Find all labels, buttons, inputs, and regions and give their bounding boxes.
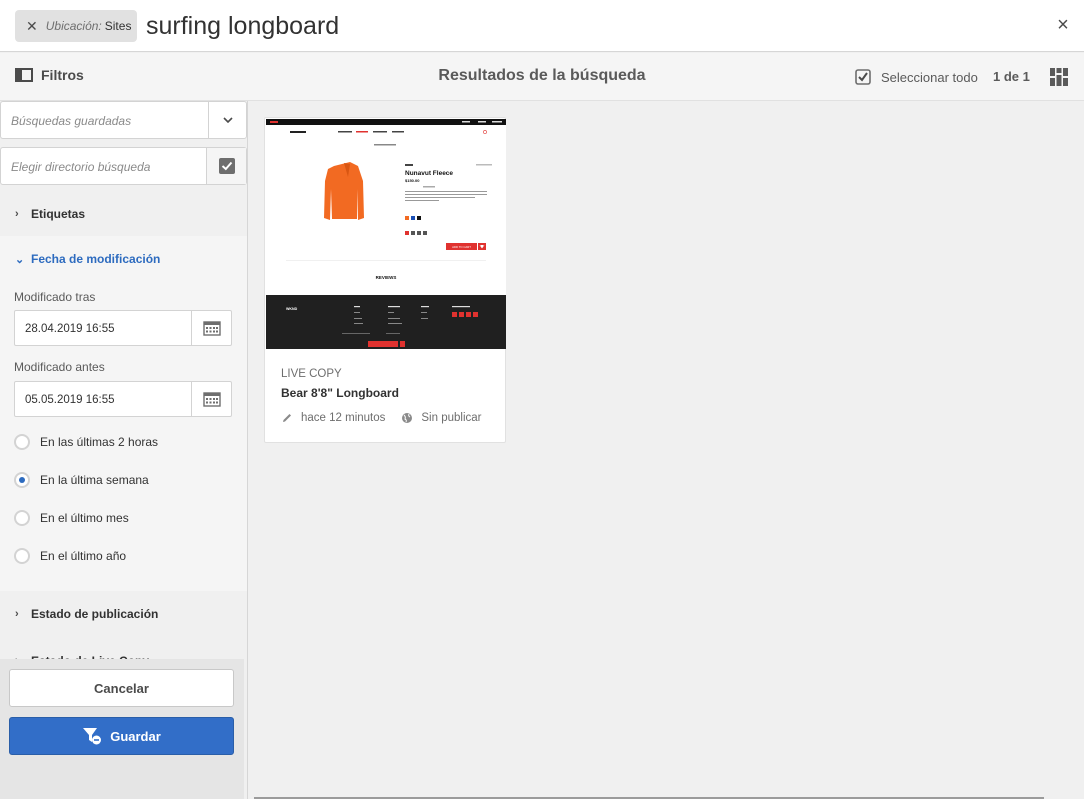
globe-unpublished-icon [402,413,413,423]
radio-last-year[interactable]: En el último año [14,548,126,564]
calendar-icon[interactable] [191,311,231,345]
result-type: LIVE COPY [281,368,342,380]
remove-location-icon[interactable]: ✕ [26,18,38,35]
modified-after-field[interactable]: 28.04.2019 16:55 [14,310,232,346]
search-input[interactable] [146,8,1006,44]
result-card[interactable]: Nunavut Fleece $150.00 ADD TO CART REVIE… [264,117,506,443]
pager: 1 de 1 [993,69,1030,84]
select-all-label: Seleccionar todo [881,69,978,85]
chevron-down-icon[interactable] [208,102,246,138]
accordion-modified-date[interactable]: ⌄ Fecha de modificación [0,239,247,279]
cancel-button[interactable]: Cancelar [9,669,234,707]
save-label: Guardar [110,728,161,744]
radio-last-2-hours[interactable]: En las últimas 2 horas [14,434,158,450]
accordion-tags[interactable]: › Etiquetas [0,194,247,234]
radio-label: En la última semana [40,473,149,487]
location-tag-value: Sites [104,19,132,33]
radio-label: En las últimas 2 horas [40,435,159,449]
radio-button[interactable] [14,434,30,450]
modified-before-value: 05.05.2019 16:55 [25,394,115,406]
location-tag-label: Ubicación: [45,19,102,33]
results-header: Filtros Resultados de la búsqueda Selecc… [0,53,1084,101]
close-icon[interactable]: × [1054,15,1072,35]
modified-date-section: ⌄ Fecha de modificación Modificado tras … [0,236,247,591]
publication-status: Sin publicar [421,412,482,424]
tags-label: Etiquetas [31,207,86,221]
select-all-button[interactable]: Seleccionar todo [855,69,978,85]
thumb-brand: WKND [286,307,298,311]
select-all-checkbox-icon [855,69,871,85]
publication-status-label: Estado de publicación [31,607,159,621]
chevron-right-icon: › [15,608,19,620]
cancel-label: Cancelar [94,680,149,696]
radio-last-month[interactable]: En el último mes [14,510,129,526]
modified-time: hace 12 minutos [301,412,386,424]
thumb-section: REVIEWS [376,275,397,280]
radio-button-selected[interactable] [14,472,30,488]
result-title[interactable]: Bear 8'8" Longboard [281,386,399,400]
calendar-icon[interactable] [191,382,231,416]
saved-searches-placeholder: Búsquedas guardadas [11,114,132,128]
modified-after-value: 28.04.2019 16:55 [25,323,115,335]
filters-label: Filtros [41,67,84,83]
thumb-product-name: Nunavut Fleece [405,170,453,177]
search-directory-field[interactable]: Elegir directorio búsqueda [0,147,247,185]
radio-label: En el último mes [40,511,129,525]
jacket-image [324,162,364,220]
chevron-down-icon: ⌄ [15,253,25,266]
radio-button[interactable] [14,548,30,564]
search-bar: ✕ Ubicación: Sites × [0,0,1084,52]
filters-toggle-button[interactable]: Filtros [15,67,84,83]
save-button[interactable]: Guardar [9,717,234,755]
modified-date-label: Fecha de modificación [31,252,161,266]
chevron-right-icon: › [15,208,19,220]
select-directory-icon[interactable] [206,148,246,184]
page-thumbnail[interactable]: Nunavut Fleece $150.00 ADD TO CART REVIE… [266,119,506,349]
thumb-price: $150.00 [405,178,420,183]
accordion-publication-status[interactable]: › Estado de publicación [0,594,247,634]
view-switch-icon[interactable] [1050,68,1068,86]
rail-icon [15,68,33,82]
saved-searches-dropdown[interactable]: Búsquedas guardadas [0,101,247,139]
radio-last-week[interactable]: En la última semana [14,472,149,488]
radio-button[interactable] [14,510,30,526]
result-meta: hace 12 minutos Sin publicar [281,412,481,424]
modified-before-field[interactable]: 05.05.2019 16:55 [14,381,232,417]
thumb-cta: ADD TO CART [452,245,471,249]
search-directory-placeholder: Elegir directorio búsqueda [11,160,151,174]
modified-after-label: Modificado tras [14,290,96,304]
modified-before-label: Modificado antes [14,360,105,374]
pencil-icon [283,414,291,422]
location-tag[interactable]: ✕ Ubicación: Sites [15,10,137,42]
save-filter-icon [83,728,102,745]
radio-label: En el último año [40,549,127,563]
